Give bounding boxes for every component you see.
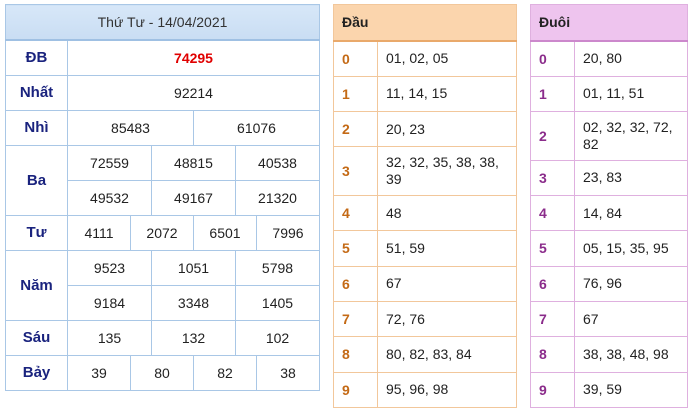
prize-nam-value: 9523 [67, 249, 152, 286]
duoi-values: 14, 84 [574, 194, 688, 232]
prize-label-bay: Bảy [5, 354, 68, 392]
prize-nam-value: 9184 [67, 284, 152, 321]
duoi-digit: 3 [530, 159, 575, 196]
duoi-values: 01, 11, 51 [574, 75, 688, 113]
dau-values: 48 [377, 194, 517, 232]
dau-digit: 7 [333, 300, 378, 338]
prize-bay-value: 82 [193, 354, 257, 392]
dau-values: 32, 32, 35, 38, 38, 39 [377, 146, 517, 196]
duoi-values: 20, 80 [574, 40, 688, 77]
prize-sau-value: 132 [151, 319, 236, 356]
dau-values: 72, 76 [377, 300, 517, 338]
dau-values: 01, 02, 05 [377, 40, 517, 77]
prize-label-db: ĐB [5, 39, 68, 76]
prize-label-nam: Năm [5, 249, 68, 321]
dau-values: 80, 82, 83, 84 [377, 336, 517, 373]
prize-nam-value: 1405 [235, 284, 320, 321]
prize-ba-value: 72559 [67, 144, 152, 181]
duoi-values: 05, 15, 35, 95 [574, 230, 688, 267]
results-title: Thứ Tư - 14/04/2021 [5, 4, 320, 42]
prize-ba-value: 49167 [151, 179, 236, 216]
duoi-table: Đuôi 0 20, 80 1 01, 11, 51 2 02, 32, 32, 72… [530, 3, 688, 409]
duoi-values: 39, 59 [574, 371, 688, 409]
duoi-values: 76, 96 [574, 265, 688, 302]
prize-ba-value: 48815 [151, 144, 236, 181]
prize-sau-value: 102 [235, 319, 320, 356]
prize-label-sau: Sáu [5, 319, 68, 356]
duoi-digit: 6 [530, 265, 575, 302]
dau-values: 67 [377, 265, 517, 302]
dau-digit: 5 [333, 230, 378, 267]
prize-nhat-value: 92214 [67, 74, 320, 111]
dau-values: 51, 59 [377, 230, 517, 267]
prize-ba-value: 49532 [67, 179, 152, 216]
prize-tu-value: 7996 [256, 214, 320, 251]
prize-ba-value: 40538 [235, 144, 320, 181]
prize-label-tu: Tư [5, 214, 68, 251]
duoi-digit: 8 [530, 336, 575, 373]
dau-digit: 0 [333, 40, 378, 77]
prize-nhi-value: 85483 [67, 109, 194, 146]
duoi-digit: 9 [530, 371, 575, 409]
dau-digit: 6 [333, 265, 378, 302]
prize-label-nhat: Nhất [5, 74, 68, 111]
dau-digit: 4 [333, 194, 378, 232]
duoi-values: 38, 38, 48, 98 [574, 336, 688, 373]
duoi-digit: 0 [530, 40, 575, 77]
dau-values: 95, 96, 98 [377, 371, 517, 409]
dau-digit: 9 [333, 371, 378, 409]
duoi-digit: 2 [530, 111, 575, 161]
dau-header-label: Đầu [342, 14, 369, 31]
prize-sau-value: 135 [67, 319, 152, 356]
results-table: Thứ Tư - 14/04/2021 ĐB 74295 Nhất 92214 … [5, 4, 320, 392]
dau-values: 20, 23 [377, 111, 517, 148]
prize-nam-value: 3348 [151, 284, 236, 321]
prize-label-nhi: Nhì [5, 109, 68, 146]
dau-values: 11, 14, 15 [377, 75, 517, 113]
duoi-digit: 5 [530, 230, 575, 267]
duoi-values: 02, 32, 32, 72, 82 [574, 111, 688, 161]
duoi-values: 67 [574, 300, 688, 338]
duoi-values: 23, 83 [574, 159, 688, 196]
prize-nam-value: 1051 [151, 249, 236, 286]
duoi-header-label: Đuôi [539, 14, 571, 31]
dau-table: Đầu 0 01, 02, 05 1 11, 14, 15 2 20, 23 3 32,… [333, 3, 517, 409]
dau-digit: 1 [333, 75, 378, 113]
prize-bay-value: 39 [67, 354, 131, 392]
prize-bay-value: 80 [130, 354, 194, 392]
dau-digit: 3 [333, 146, 378, 196]
prize-db-value: 74295 [67, 39, 320, 76]
dau-digit: 8 [333, 336, 378, 373]
prize-label-ba: Ba [5, 144, 68, 216]
prize-bay-value: 38 [256, 354, 320, 392]
duoi-header: Đuôi [530, 3, 688, 42]
prize-ba-value: 21320 [235, 179, 320, 216]
duoi-digit: 7 [530, 300, 575, 338]
prize-tu-value: 4111 [67, 214, 131, 251]
prize-tu-value: 2072 [130, 214, 194, 251]
duoi-digit: 4 [530, 194, 575, 232]
dau-digit: 2 [333, 111, 378, 148]
dau-header: Đầu [333, 3, 517, 42]
prize-tu-value: 6501 [193, 214, 257, 251]
prize-nhi-value: 61076 [193, 109, 320, 146]
duoi-digit: 1 [530, 75, 575, 113]
prize-nam-value: 5798 [235, 249, 320, 286]
